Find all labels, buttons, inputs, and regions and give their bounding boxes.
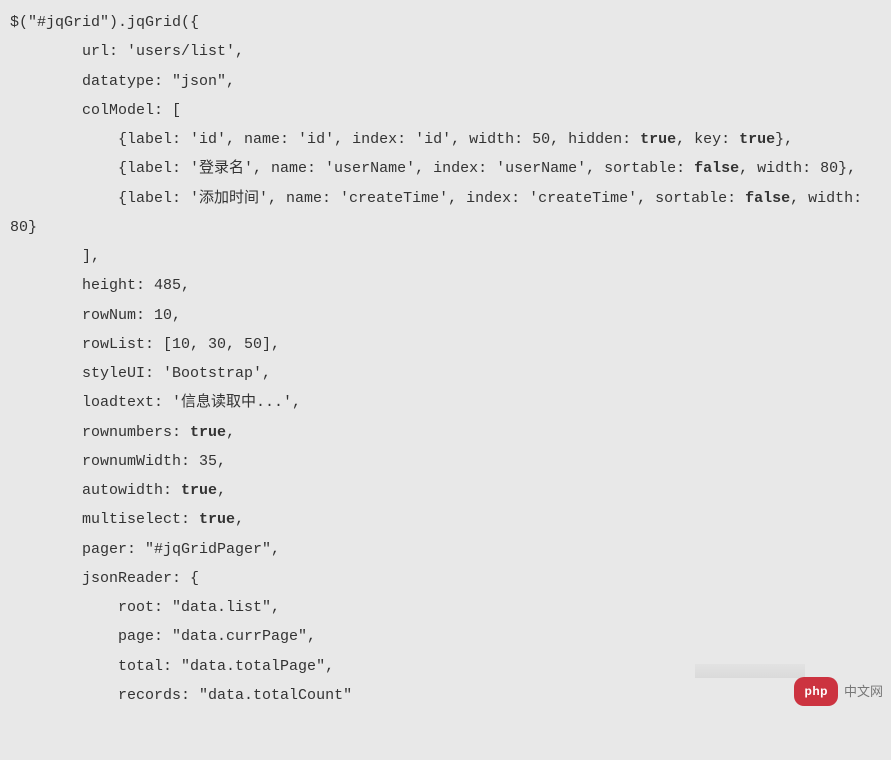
code-text: , [226,424,235,441]
code-line: autowidth: true, [10,482,226,499]
code-text: , [217,482,226,499]
code-text: rownumbers: [10,424,190,441]
code-line: total: "data.totalPage", [10,658,334,675]
code-text: multiselect: [10,511,199,528]
code-line: rownumbers: true, [10,424,235,441]
code-line: $("#jqGrid").jqGrid({ [10,14,199,31]
code-text: , key: [676,131,739,148]
code-line: jsonReader: { [10,570,199,587]
keyword-true: true [199,511,235,528]
code-line: colModel: [ [10,102,181,119]
code-line: height: 485, [10,277,190,294]
code-block: $("#jqGrid").jqGrid({ url: 'users/list',… [10,8,881,710]
code-text: , [235,511,244,528]
keyword-true: true [640,131,676,148]
code-line: {label: '登录名', name: 'userName', index: … [10,160,856,177]
code-line: {label: 'id', name: 'id', index: 'id', w… [10,131,793,148]
watermark-pill: php [794,677,838,706]
code-line: styleUI: 'Bootstrap', [10,365,271,382]
keyword-false: false [694,160,739,177]
code-line: page: "data.currPage", [10,628,316,645]
watermark-strip [695,664,805,678]
code-text: , width: 80}, [739,160,856,177]
keyword-false: false [745,190,790,207]
watermark: php 中文网 [794,677,883,706]
watermark-text: 中文网 [844,679,883,704]
code-line: loadtext: '信息读取中...', [10,394,301,411]
code-line: root: "data.list", [10,599,280,616]
code-line: multiselect: true, [10,511,244,528]
code-line: ], [10,248,100,265]
code-line: {label: '添加时间', name: 'createTime', inde… [10,190,871,236]
code-line: rownumWidth: 35, [10,453,226,470]
code-line: rowNum: 10, [10,307,181,324]
code-line: pager: "#jqGridPager", [10,541,280,558]
code-line: url: 'users/list', [10,43,244,60]
code-line: records: "data.totalCount" [10,687,352,704]
keyword-true: true [739,131,775,148]
code-text: {label: 'id', name: 'id', index: 'id', w… [10,131,640,148]
code-text: }, [775,131,793,148]
code-line: datatype: "json", [10,73,235,90]
code-text: autowidth: [10,482,181,499]
keyword-true: true [190,424,226,441]
code-text: {label: '登录名', name: 'userName', index: … [10,160,694,177]
code-text: {label: '添加时间', name: 'createTime', inde… [10,190,745,207]
keyword-true: true [181,482,217,499]
code-line: rowList: [10, 30, 50], [10,336,280,353]
